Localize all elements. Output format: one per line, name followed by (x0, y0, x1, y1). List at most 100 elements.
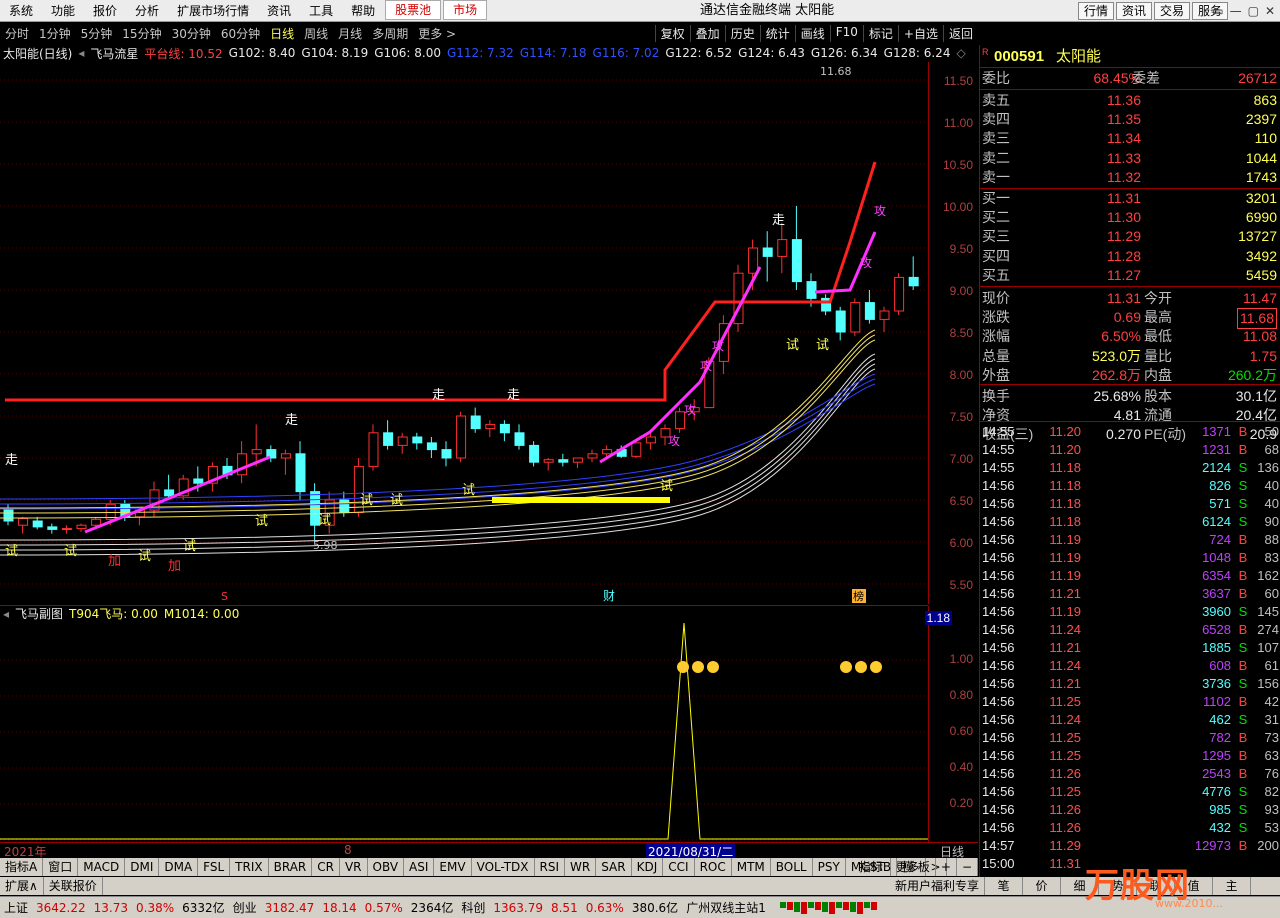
signal-bar (800, 901, 807, 914)
menu-item[interactable]: 报价 (84, 0, 126, 21)
toolbar-button[interactable]: 历史 (724, 24, 760, 42)
menu-item-red[interactable]: 股票池 (385, 0, 442, 20)
window-control-icon[interactable]: ▭ (1209, 4, 1226, 18)
collapse-icon[interactable]: ◂ (75, 46, 87, 60)
order-row: 买一 11.31 3201 (980, 189, 1280, 208)
indicator-tab[interactable]: EMV (434, 858, 472, 876)
bottom-tab-right[interactable]: 笔 (985, 877, 1024, 895)
indicator-tab[interactable]: CR (312, 858, 340, 876)
toolbar-button[interactable]: 统计 (759, 24, 795, 42)
indicator-tab[interactable]: ASI (404, 858, 435, 876)
indicator-tab[interactable]: CCI (663, 858, 695, 876)
collapse-icon[interactable]: ◂ (0, 607, 12, 621)
toolbar-button[interactable]: 叠加 (689, 24, 725, 42)
menu-item[interactable]: 帮助 (342, 0, 384, 21)
indicator-tab-right[interactable]: 模 板 (897, 858, 936, 876)
indicator-tab[interactable]: FSL (198, 858, 231, 876)
indicator-tab[interactable]: VOL-TDX (472, 858, 535, 876)
status-value: 0.38% (136, 900, 175, 915)
bottom-tab[interactable]: 关联报价 (44, 877, 103, 895)
indicator-tab[interactable]: DMA (159, 858, 199, 876)
toolbar-button[interactable]: F10 (829, 24, 863, 42)
tick-volume: 1102 (1203, 694, 1231, 709)
period-tab[interactable]: 月线 (333, 25, 367, 42)
kline-chart[interactable]: 11.68 5.98 走走走走走试试试试试试试试试试试试加加攻攻攻攻攻攻财榜 S (0, 62, 1098, 604)
menu-item[interactable]: 分析 (126, 0, 168, 21)
period-tab[interactable]: 1分钟 (34, 25, 76, 42)
tick-price: 11.21 (1049, 586, 1081, 601)
indicator-tab[interactable]: VR (340, 858, 368, 876)
menu-item[interactable]: 功能 (42, 0, 84, 21)
indicator-tab[interactable]: DMI (125, 858, 160, 876)
candle-body (368, 432, 379, 467)
tick-volume: 462 (1209, 712, 1231, 727)
menu-item[interactable]: 资讯 (258, 0, 300, 21)
indicator-tab[interactable]: BRAR (269, 858, 313, 876)
menu-right-button[interactable]: 资讯 (1115, 1, 1152, 20)
status-value: 科创 (461, 901, 486, 915)
indicator-name[interactable]: 飞马流星 (87, 45, 141, 61)
indicator-tab[interactable]: 窗口 (43, 858, 79, 876)
sub-title[interactable]: 飞马副图 (12, 606, 66, 621)
bottom-tab-right[interactable]: 价 (1023, 877, 1062, 895)
indicator-tab[interactable]: 指标A (0, 858, 44, 876)
indicator-tab[interactable]: MTM (732, 858, 771, 876)
status-value: 广州双线主站1 (686, 901, 766, 915)
menu-right-button[interactable]: 行情 (1077, 1, 1114, 20)
toolbar-button[interactable]: 返回 (942, 24, 978, 42)
bottom-tab[interactable]: 扩展∧ (0, 877, 44, 895)
indicator-tab[interactable]: OBV (368, 858, 405, 876)
window-control-icon[interactable]: — (1227, 4, 1245, 18)
menu-item[interactable]: 扩展市场行情 (168, 0, 258, 21)
menu-item-red[interactable]: 市场 (443, 0, 488, 20)
indicator-tab[interactable]: TRIX (230, 858, 269, 876)
period-tab[interactable]: 分时 (0, 25, 34, 42)
period-tab[interactable]: 多周期 (367, 25, 413, 42)
price-tick: 9.00 (949, 284, 973, 298)
bottom-tab-right[interactable]: 主 (1213, 877, 1252, 895)
indicator-tab[interactable]: SAR (596, 858, 632, 876)
gong-label: 攻 (874, 204, 886, 218)
stock-code: 000591 (994, 48, 1045, 65)
menu-right-button[interactable]: 交易 (1153, 1, 1190, 20)
window-control-icon[interactable]: ✕ (1262, 4, 1278, 18)
period-tab[interactable]: 30分钟 (167, 25, 216, 42)
g-value: G122: 6.52 (665, 46, 733, 60)
indicator-tab[interactable]: PSY (813, 858, 846, 876)
tick-volume: 782 (1209, 730, 1231, 745)
indicator-tab[interactable]: KDJ (632, 858, 664, 876)
period-tab[interactable]: 15分钟 (117, 25, 166, 42)
candle-body (864, 302, 875, 320)
g-value: G114: 7.18 (519, 46, 587, 60)
menu-item[interactable]: 工具 (300, 0, 342, 21)
period-tab[interactable]: 60分钟 (216, 25, 265, 42)
status-value: 上证 (4, 901, 29, 915)
period-tab[interactable]: 日线 (265, 25, 299, 42)
tick-volume: 12973 (1194, 838, 1231, 853)
indicator-tab-right[interactable]: − (957, 858, 978, 876)
indicator-tab-right[interactable]: + (936, 858, 957, 876)
bottom-tab-right[interactable]: 新用户福利专享 (890, 877, 986, 895)
indicator-tab[interactable]: WR (565, 858, 597, 876)
indicator-tab[interactable]: BOLL (771, 858, 813, 876)
legend-toggle-icon[interactable]: ◇ (953, 46, 968, 60)
window-control-icon[interactable]: ▢ (1245, 4, 1262, 18)
toolbar-button[interactable]: 标记 (862, 24, 898, 42)
period-tab[interactable]: 周线 (299, 25, 333, 42)
sub-chart[interactable] (0, 621, 928, 843)
toolbar-button[interactable]: 复权 (654, 24, 690, 42)
period-tab[interactable]: 5分钟 (76, 25, 118, 42)
toolbar-button[interactable]: +自选 (897, 24, 943, 42)
order-row: 卖二 11.33 1044 (980, 149, 1280, 168)
candle-body (193, 478, 204, 484)
indicator-tab[interactable]: RSI (535, 858, 566, 876)
indicator-tab[interactable]: MACD (78, 858, 126, 876)
indicator-tab-right[interactable]: 指标B (854, 858, 898, 876)
period-tab[interactable]: 更多 > (413, 25, 461, 42)
tab-items: 指标A 窗口 MACD DMI DMA FSL TRIX BRAR CR VR OBV ASI EMV V… (0, 858, 947, 876)
toolbar-button[interactable]: 画线 (794, 24, 830, 42)
tick-side: B (1238, 694, 1248, 709)
menu-item[interactable]: 系统 (0, 0, 42, 21)
indicator-tab[interactable]: ROC (695, 858, 732, 876)
gong-label: 攻 (712, 339, 724, 353)
